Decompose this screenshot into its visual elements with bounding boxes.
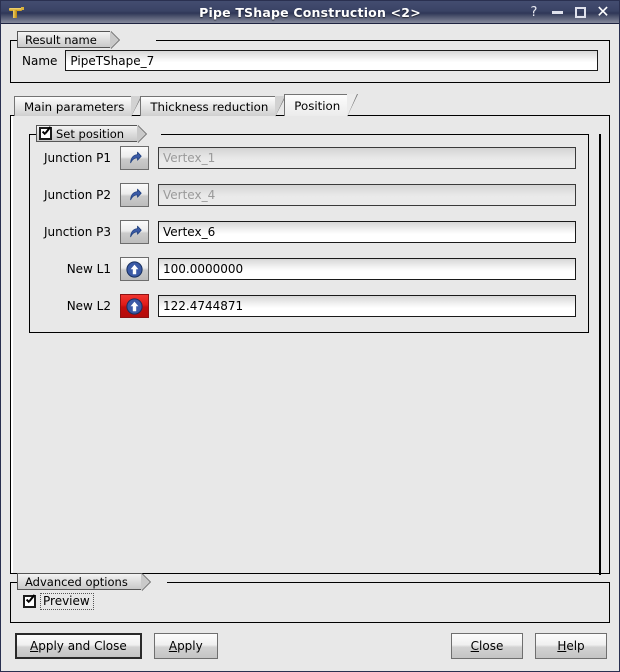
new-l2-label: New L2 [66,299,111,313]
tab-position[interactable]: Position [284,94,359,117]
close-mnemonic: C [470,639,480,653]
junction-p2-input[interactable]: Vertex_4 [158,184,576,206]
new-l1-label: New L1 [66,262,111,276]
result-name-group: Result name Name PipeTShape_7 [10,31,610,83]
apply-and-close-mnemonic: A [30,639,39,653]
maximize-icon[interactable] [573,5,587,19]
tab-strip: Main parameters Thickness reduction Posi… [10,94,610,117]
result-name-group-title: Result name [17,31,120,49]
minimize-icon[interactable] [550,5,564,19]
apply-and-close-button[interactable]: Apply and Close [15,633,142,659]
help-label: elp [566,639,585,653]
help-icon[interactable]: ? [527,5,541,19]
advanced-options-group-title: Advanced options [17,573,151,591]
tab-thickness-reduction[interactable]: Thickness reduction [140,96,287,117]
junction-p3-input[interactable]: Vertex_6 [158,221,576,243]
junction-p1-select-button[interactable] [120,146,149,170]
junction-p2-label: Junction P2 [43,188,111,202]
set-position-label: Set position [56,126,125,141]
variable-circle-icon [126,297,143,315]
wrench-icon [6,4,28,21]
name-label: Name [22,53,58,68]
pipe-tshape-construction-dialog: Pipe TShape Construction <2> ? ✕ Result … [0,0,620,672]
window-controls: ? ✕ [527,4,619,20]
apply-button[interactable]: Apply [153,633,218,659]
preview-label: Preview [40,593,94,610]
new-l2-input[interactable]: 122.4744871 [158,295,576,317]
close-icon[interactable]: ✕ [596,4,610,20]
set-position-group-title[interactable]: Set position [36,125,148,143]
field-row-new-l2: New L2 122.4744871 [42,294,576,318]
help-mnemonic: H [557,639,567,653]
name-input[interactable]: PipeTShape_7 [65,50,598,71]
new-l1-variable-button[interactable] [120,257,149,281]
advanced-options-group: Advanced options Preview [10,573,610,623]
apply-and-close-label: pply and Close [38,639,127,653]
dialog-button-bar: Apply and Close Apply Close Help [1,623,619,671]
field-row-new-l1: New L1 100.0000000 [42,257,576,281]
tab-panel-position: Set position Junction P1 Vertex_1 Juncti… [10,115,610,575]
select-arrow-icon [130,188,142,201]
tab-main-parameters[interactable]: Main parameters [14,96,143,117]
variable-circle-icon [126,260,143,278]
field-row-junction-p1: Junction P1 Vertex_1 [42,146,576,170]
select-arrow-icon [130,225,142,238]
title-bar[interactable]: Pipe TShape Construction <2> ? ✕ [1,1,619,24]
dialog-content: Result name Name PipeTShape_7 Main param… [1,24,619,623]
preview-row[interactable]: Preview [23,593,597,610]
junction-p1-input[interactable]: Vertex_1 [158,147,576,169]
close-label: lose [479,639,504,653]
junction-p1-label: Junction P1 [43,151,111,165]
position-fields: Junction P1 Vertex_1 Junction P2 Vertex_… [30,134,588,332]
select-arrow-icon [130,151,142,164]
set-position-group: Set position Junction P1 Vertex_1 Juncti… [29,125,589,333]
set-position-checkbox[interactable] [39,127,52,140]
field-row-junction-p3: Junction P3 Vertex_6 [42,220,576,244]
new-l2-variable-button[interactable] [120,294,149,318]
field-row-junction-p2: Junction P2 Vertex_4 [42,183,576,207]
new-l1-input[interactable]: 100.0000000 [158,258,576,280]
help-button[interactable]: Help [535,633,607,659]
junction-p3-select-button[interactable] [120,220,149,244]
preview-checkbox[interactable] [23,595,36,608]
junction-p3-label: Junction P3 [43,225,111,239]
junction-p2-select-button[interactable] [120,183,149,207]
apply-label: pply [177,639,203,653]
close-button[interactable]: Close [451,633,523,659]
apply-mnemonic: A [168,639,178,653]
